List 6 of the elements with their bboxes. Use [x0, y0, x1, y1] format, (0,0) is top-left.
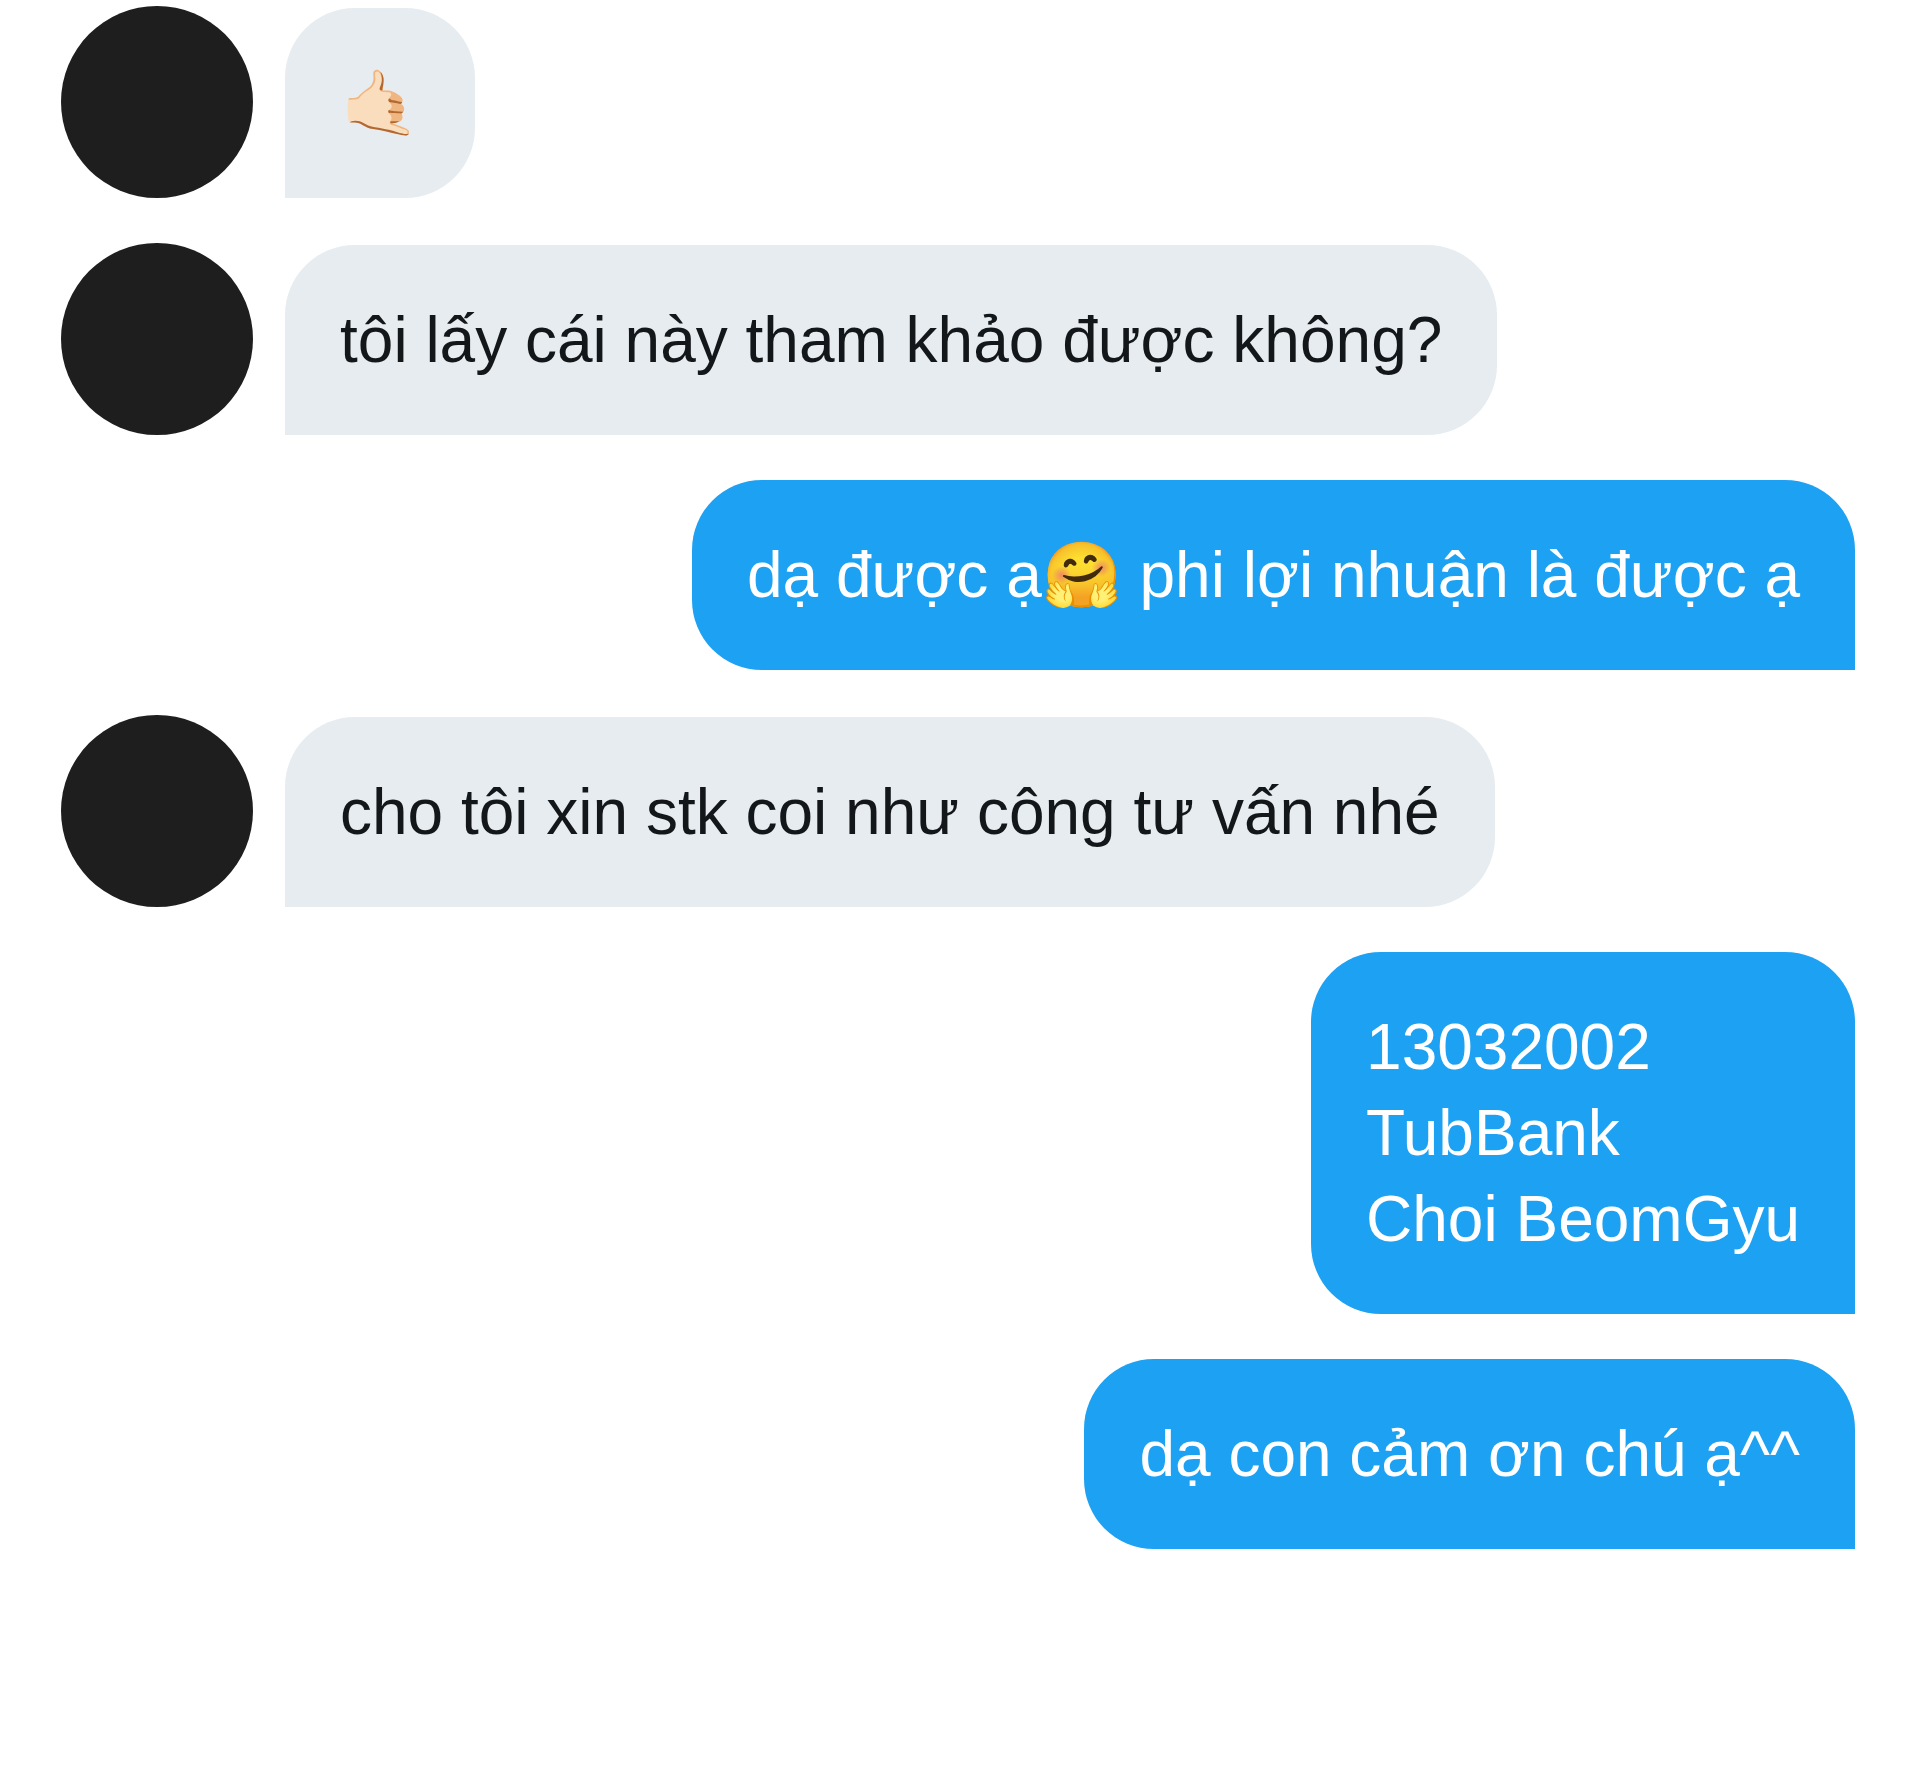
incoming-message: cho tôi xin stk coi như công tư vấn nhé — [285, 717, 1495, 907]
outgoing-message: dạ được ạ🤗 phi lợi nhuận là được ạ — [691, 480, 1855, 670]
incoming-message: tôi lấy cái này tham khảo được không? — [285, 245, 1498, 435]
outgoing-message: 13032002 TubBank Choi BeomGyu — [1311, 952, 1855, 1314]
outgoing-message: dạ con cảm ơn chú ạ^^ — [1084, 1359, 1855, 1549]
incoming-message: 🤙🏻 — [285, 8, 475, 198]
